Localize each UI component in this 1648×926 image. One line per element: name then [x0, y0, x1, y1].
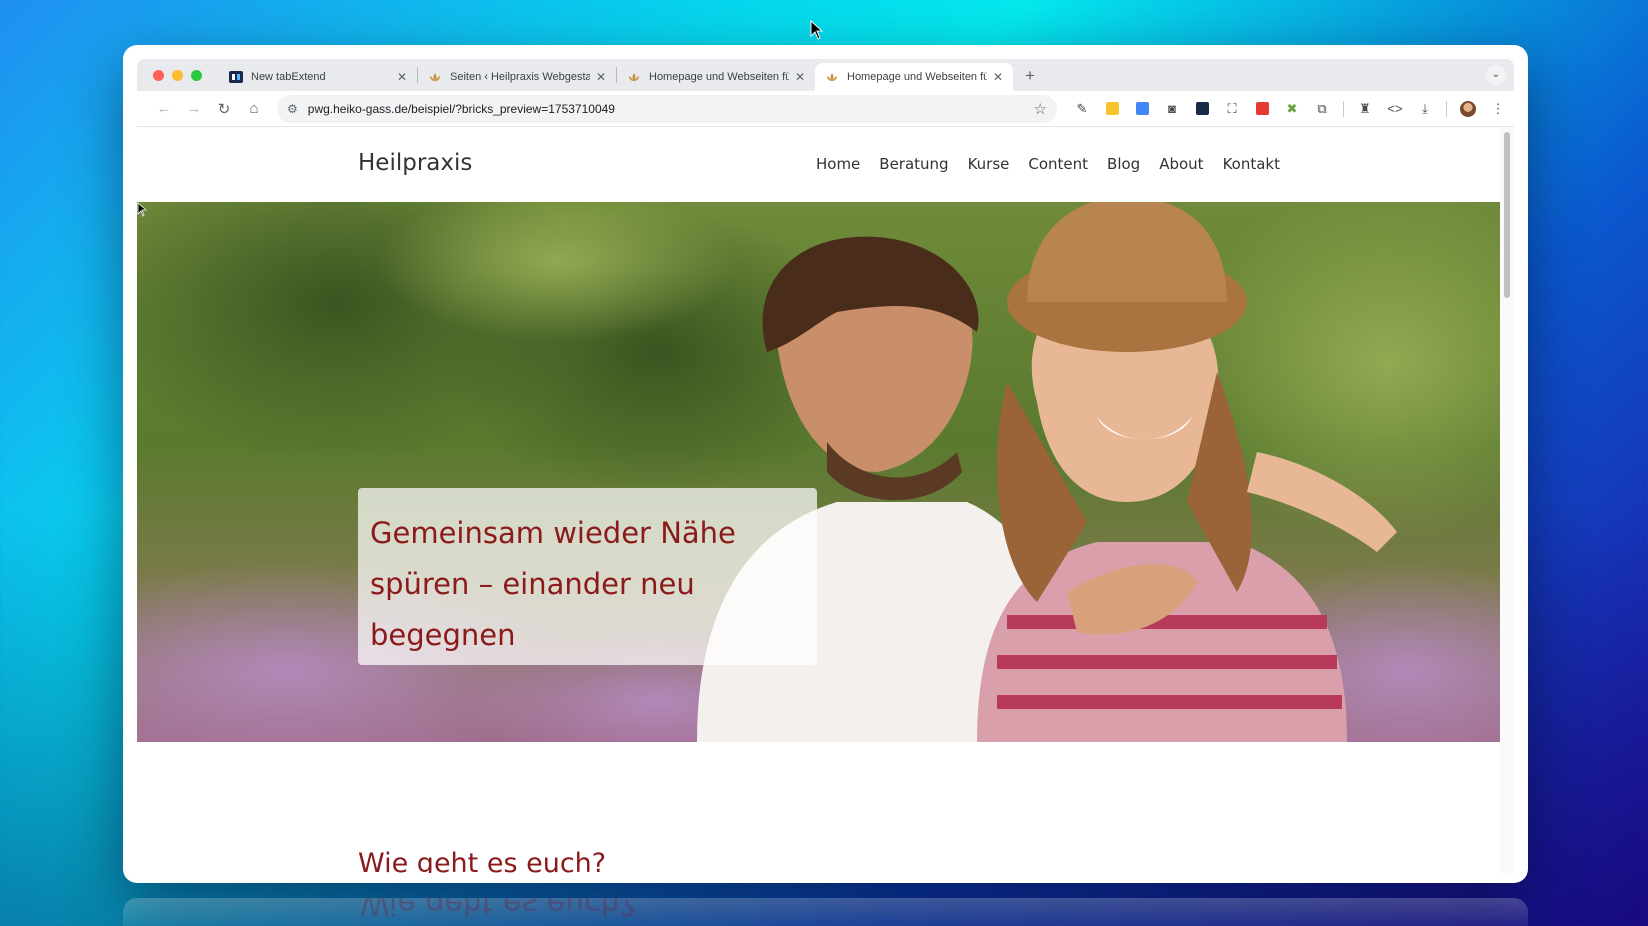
incognito-icon[interactable]: ♜ [1354, 98, 1376, 120]
avatar[interactable] [1457, 98, 1479, 120]
cross-extension-icon[interactable]: ✖ [1281, 98, 1303, 120]
window-controls [137, 69, 219, 81]
nav-item-about[interactable]: About [1159, 155, 1203, 173]
address-bar[interactable]: ⚙ pwg.heiko-gass.de/beispiel/?bricks_pre… [277, 94, 1057, 123]
tab-newtabextend[interactable]: New tabExtend ✕ [219, 63, 417, 91]
new-tab-button[interactable]: + [1013, 66, 1047, 86]
extensions-bar: ✎ ◙ ⛶ ✖ ⧉ ♜ <> ⤓ ⋮ [1071, 98, 1509, 120]
forward-arrow-icon[interactable]: → [179, 100, 209, 117]
lotus-favicon-icon [430, 73, 440, 81]
page-viewport: Heilpraxis Home Beratung Kurse Content B… [137, 128, 1500, 873]
close-tab-icon[interactable]: ✕ [397, 70, 407, 84]
red-extension-icon[interactable] [1251, 98, 1273, 120]
tabextend-favicon-icon [229, 71, 243, 83]
page-mouse-cursor-icon [137, 202, 147, 217]
nav-item-kurse[interactable]: Kurse [968, 155, 1010, 173]
nav-item-content[interactable]: Content [1028, 155, 1088, 173]
screenshot-extension-icon[interactable]: ⛶ [1221, 98, 1243, 120]
site-logo-text[interactable]: Heilpraxis [358, 150, 472, 176]
toolbar-divider [1343, 100, 1344, 117]
close-window-button[interactable] [153, 69, 164, 81]
code-icon[interactable]: <> [1384, 98, 1406, 120]
reflection-text: Wie geht es euch? [360, 898, 636, 921]
kebab-menu-icon[interactable]: ⋮ [1487, 98, 1509, 120]
browser-toolbar: ← → ↻ ⌂ ⚙ pwg.heiko-gass.de/beispiel/?br… [137, 91, 1514, 127]
tab-title: Homepage und Webseiten für [847, 71, 987, 83]
tab-homepage-active[interactable]: Homepage und Webseiten für ✕ [815, 63, 1013, 91]
browser-window: New tabExtend ✕ Seiten ‹ Heilpraxis Webg… [123, 45, 1528, 883]
back-arrow-icon[interactable]: ← [149, 100, 179, 117]
bookmark-star-icon[interactable]: ☆ [1034, 100, 1047, 118]
minimize-window-button[interactable] [172, 69, 183, 81]
home-icon[interactable]: ⌂ [239, 100, 269, 117]
tab-title: New tabExtend [251, 71, 326, 83]
translate-extension-icon[interactable] [1131, 98, 1153, 120]
download-icon[interactable]: ⤓ [1414, 98, 1436, 120]
close-tab-icon[interactable]: ✕ [993, 70, 1003, 84]
lotus-favicon-icon [827, 73, 837, 81]
hero-image [137, 202, 1500, 742]
mouse-cursor-icon [810, 20, 824, 40]
site-settings-icon[interactable]: ⚙ [287, 102, 298, 116]
nav-item-home[interactable]: Home [816, 155, 860, 173]
puzzle-extensions-icon[interactable]: ⧉ [1311, 98, 1333, 120]
tabextend-extension-icon[interactable] [1191, 98, 1213, 120]
tab-title: Homepage und Webseiten für [649, 71, 789, 83]
hero-section: Gemeinsam wieder Nähe spüren – einander … [137, 202, 1500, 742]
lotus-favicon-icon [629, 73, 639, 81]
hero-text-box: Gemeinsam wieder Nähe spüren – einander … [358, 488, 817, 665]
hero-heading-line: Gemeinsam wieder Nähe [370, 516, 736, 550]
nav-item-beratung[interactable]: Beratung [879, 155, 948, 173]
close-tab-icon[interactable]: ✕ [795, 70, 805, 84]
site-header: Heilpraxis Home Beratung Kurse Content B… [137, 128, 1500, 202]
hero-heading-line: spüren – einander neu [370, 567, 695, 601]
page-scrollbar[interactable] [1500, 128, 1514, 873]
scrollbar-thumb[interactable] [1504, 132, 1510, 298]
tab-seiten[interactable]: Seiten ‹ Heilpraxis Webgestal ✕ [418, 63, 616, 91]
main-navigation: Home Beratung Kurse Content Blog About K… [816, 155, 1280, 173]
nav-item-kontakt[interactable]: Kontakt [1223, 155, 1280, 173]
tab-search-chevron-icon[interactable]: ⌄ [1486, 65, 1506, 85]
hero-heading: Gemeinsam wieder Nähe spüren – einander … [370, 508, 805, 661]
tab-title: Seiten ‹ Heilpraxis Webgestal [450, 71, 590, 83]
tab-strip: New tabExtend ✕ Seiten ‹ Heilpraxis Webg… [137, 59, 1514, 91]
window-reflection: Wie geht es euch? [123, 898, 1528, 926]
url-text[interactable]: pwg.heiko-gass.de/beispiel/?bricks_previ… [308, 102, 1034, 116]
section-heading: Wie geht es euch? [358, 848, 607, 873]
nav-item-blog[interactable]: Blog [1107, 155, 1140, 173]
yellow-extension-icon[interactable] [1101, 98, 1123, 120]
camera-extension-icon[interactable]: ◙ [1161, 98, 1183, 120]
hero-heading-line: begegnen [370, 618, 516, 652]
zoom-window-button[interactable] [191, 69, 202, 81]
toolbar-divider [1446, 100, 1447, 117]
reload-icon[interactable]: ↻ [209, 100, 239, 118]
close-tab-icon[interactable]: ✕ [596, 70, 606, 84]
eyedropper-extension-icon[interactable]: ✎ [1071, 98, 1093, 120]
tab-homepage-1[interactable]: Homepage und Webseiten für ✕ [617, 63, 815, 91]
